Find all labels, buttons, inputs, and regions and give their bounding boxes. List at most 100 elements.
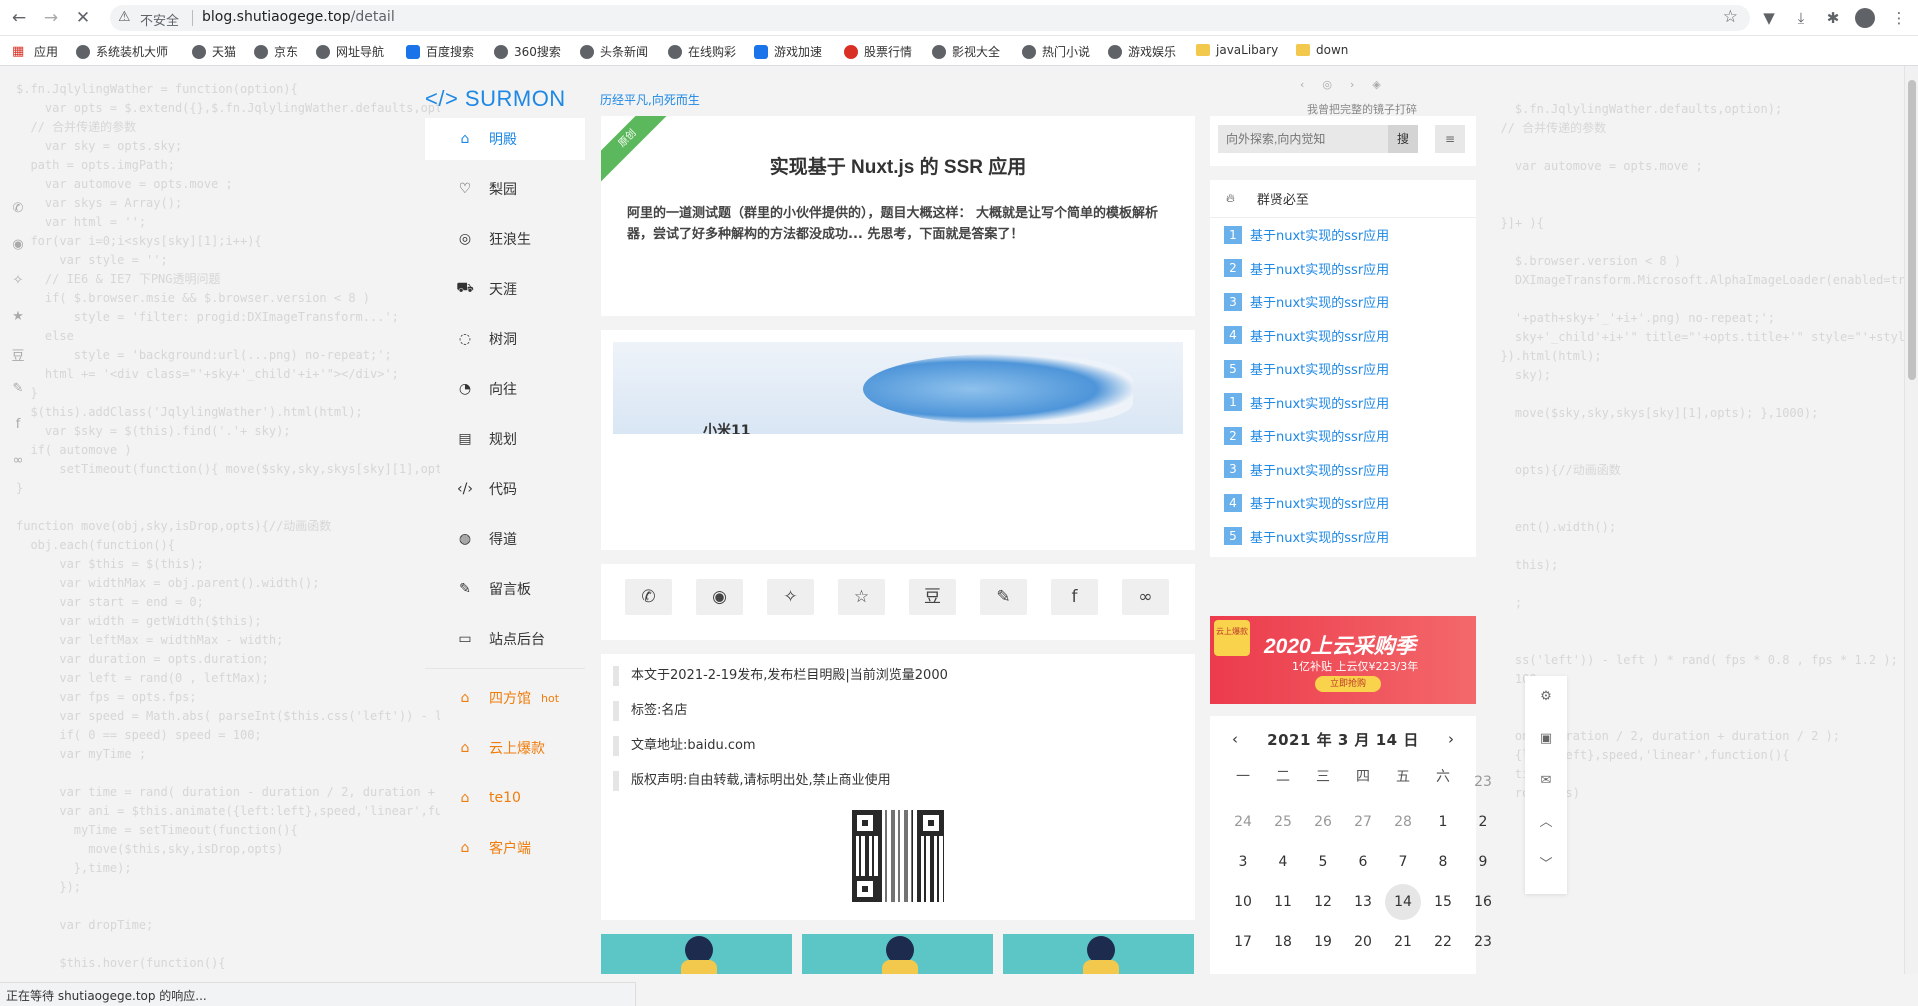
- calendar-day[interactable]: 17: [1223, 922, 1263, 962]
- calendar-day[interactable]: 16: [1463, 882, 1503, 922]
- link-icon[interactable]: ∞: [8, 453, 28, 489]
- prev-icon[interactable]: ‹: [1300, 78, 1304, 91]
- calendar-day[interactable]: 9: [1463, 842, 1503, 882]
- calendar-day-today[interactable]: 14: [1383, 882, 1423, 922]
- calendar-day[interactable]: 19: [1303, 922, 1343, 962]
- share-wechat-button[interactable]: ✆: [625, 579, 672, 615]
- nav-item-tianya[interactable]: ⛟ 天涯: [425, 268, 585, 310]
- share-facebook-button[interactable]: f: [1051, 579, 1098, 615]
- menu-icon[interactable]: ⋮: [1888, 7, 1910, 29]
- evernote-icon[interactable]: ✎: [8, 381, 28, 417]
- bookmark-item[interactable]: 游戏娱乐: [1108, 43, 1176, 60]
- article-url[interactable]: 文章地址:baidu.com: [613, 736, 1183, 756]
- extension-filter-icon[interactable]: ▼: [1758, 7, 1780, 29]
- hot-list-item[interactable]: 2 基于nuxt实现的ssr应用: [1210, 419, 1476, 453]
- ad-cta-button[interactable]: 立即抢购: [1315, 676, 1381, 692]
- calendar-day[interactable]: 2: [1463, 802, 1503, 842]
- share-douban-button[interactable]: 豆: [909, 579, 956, 615]
- douban-icon[interactable]: 豆: [8, 345, 28, 381]
- nav-item-xiangwang[interactable]: ◔ 向往: [425, 368, 585, 410]
- bookmark-item[interactable]: 热门小说: [1022, 43, 1090, 60]
- hot-list-item[interactable]: 5 基于nuxt实现的ssr应用: [1210, 520, 1476, 554]
- hot-list-item[interactable]: 5 基于nuxt实现的ssr应用: [1210, 352, 1476, 386]
- bookmark-item[interactable]: 股票行情: [844, 43, 912, 60]
- nav-item-liuyanban[interactable]: ✎ 留言板: [425, 568, 585, 610]
- bookmark-item[interactable]: 系统装机大师: [76, 43, 168, 60]
- settings-icon[interactable]: ⚙: [1525, 676, 1567, 718]
- ad-banner[interactable]: 云上爆款 2020上云采购季 1亿补贴 上云仅¥223/3年 立即抢购: [1210, 616, 1476, 704]
- banner-image[interactable]: 小米11: [613, 342, 1183, 434]
- search-input[interactable]: [1218, 125, 1388, 153]
- calendar-day[interactable]: 13: [1343, 882, 1383, 922]
- page-scrollbar[interactable]: [1904, 66, 1918, 974]
- calendar-day[interactable]: 4: [1263, 842, 1303, 882]
- hot-list-item[interactable]: 4 基于nuxt实现的ssr应用: [1210, 486, 1476, 520]
- extensions-icon[interactable]: ✱: [1822, 7, 1844, 29]
- filter-icon[interactable]: ≡: [1435, 125, 1465, 153]
- calendar-day[interactable]: 23: [1463, 922, 1503, 962]
- nav-item-daima[interactable]: ‹/› 代码: [425, 468, 585, 510]
- calendar-day[interactable]: 22: [1423, 922, 1463, 962]
- hot-list-item[interactable]: 3 基于nuxt实现的ssr应用: [1210, 453, 1476, 487]
- forward-icon[interactable]: →: [40, 7, 62, 29]
- calendar-day[interactable]: 26: [1303, 802, 1343, 842]
- calendar-day[interactable]: 10: [1223, 882, 1263, 922]
- back-icon[interactable]: ←: [8, 7, 30, 29]
- article-title[interactable]: 实现基于 Nuxt.js 的 SSR 应用: [601, 152, 1195, 179]
- bookmark-item[interactable]: 头条新闻: [580, 43, 648, 60]
- nav-item-kuanglangsheng[interactable]: ◎ 狂浪生: [425, 218, 585, 260]
- scroll-down-icon[interactable]: ﹀: [1525, 844, 1567, 886]
- scrollbar-thumb[interactable]: [1908, 80, 1916, 380]
- nav-item-liyuan[interactable]: ♡ 梨园: [425, 168, 585, 210]
- twitter-icon[interactable]: ✧: [8, 273, 28, 309]
- nav-item-guihua[interactable]: ▤ 规划: [425, 418, 585, 460]
- stop-loading-icon[interactable]: ✕: [72, 7, 94, 29]
- related-thumbnail[interactable]: [1003, 934, 1194, 974]
- nav-item-yunshang-baokuan[interactable]: ⌂ 云上爆款: [425, 727, 585, 769]
- share-weibo-button[interactable]: ◉: [696, 579, 743, 615]
- bookmark-apps[interactable]: ▦ 应用: [12, 43, 58, 60]
- share-link-button[interactable]: ∞: [1122, 579, 1169, 615]
- mail-icon[interactable]: ✉: [1525, 760, 1567, 802]
- share-star-button[interactable]: ☆: [838, 579, 885, 615]
- nav-item-sifangguan[interactable]: ⌂ 四方馆 hot: [425, 677, 585, 719]
- share-evernote-button[interactable]: ✎: [980, 579, 1027, 615]
- hot-list-item[interactable]: 1 基于nuxt实现的ssr应用: [1210, 218, 1476, 252]
- calendar-day[interactable]: 5: [1303, 842, 1343, 882]
- download-icon[interactable]: ⤓: [1790, 7, 1812, 29]
- prev-month-icon[interactable]: ‹: [1232, 730, 1238, 748]
- bookmark-item[interactable]: 影视大全: [932, 43, 1000, 60]
- calendar-day[interactable]: 11: [1263, 882, 1303, 922]
- related-thumbnail[interactable]: [802, 934, 993, 974]
- bookmark-item[interactable]: 在线购彩: [668, 43, 736, 60]
- nav-item-te10[interactable]: ⌂ te10: [425, 777, 585, 819]
- scroll-up-icon[interactable]: ︿: [1525, 802, 1567, 844]
- calendar-day[interactable]: 7: [1383, 842, 1423, 882]
- related-thumbnail[interactable]: [601, 934, 792, 974]
- calendar-day[interactable]: 24: [1223, 802, 1263, 842]
- hot-list-item[interactable]: 4 基于nuxt实现的ssr应用: [1210, 319, 1476, 353]
- bookmark-item[interactable]: 网址导航: [316, 43, 384, 60]
- bookmark-star-icon[interactable]: ☆: [1723, 7, 1738, 27]
- bookmark-item[interactable]: 天猫: [192, 43, 236, 60]
- calendar-day[interactable]: 12: [1303, 882, 1343, 922]
- calendar-day[interactable]: 3: [1223, 842, 1263, 882]
- calendar-day[interactable]: 28: [1383, 802, 1423, 842]
- nav-item-shudong[interactable]: ◌ 树洞: [425, 318, 585, 360]
- calendar-day[interactable]: 27: [1343, 802, 1383, 842]
- bookmark-folder[interactable]: down: [1296, 43, 1348, 57]
- calendar-day[interactable]: 24: [1223, 962, 1263, 974]
- hot-list-item[interactable]: 2 基于nuxt实现的ssr应用: [1210, 252, 1476, 286]
- bookmark-folder[interactable]: javaLibary: [1196, 43, 1278, 57]
- bookmark-item[interactable]: 京东: [254, 43, 298, 60]
- site-logo[interactable]: </> SURMON: [425, 86, 566, 112]
- hot-list-item[interactable]: 1 基于nuxt实现的ssr应用: [1210, 386, 1476, 420]
- calendar-day[interactable]: 21: [1383, 922, 1423, 962]
- address-bar[interactable]: ⚠ 不安全 blog.shutiaogege.top/detail ☆: [110, 5, 1750, 31]
- calendar-day[interactable]: 8: [1423, 842, 1463, 882]
- bookmark-item[interactable]: 百度搜索: [406, 43, 474, 60]
- nav-item-client[interactable]: ⌂ 客户端: [425, 827, 585, 869]
- weibo-icon[interactable]: ◉: [8, 237, 28, 273]
- calendar-day[interactable]: 6: [1343, 842, 1383, 882]
- calendar-day[interactable]: 23: [1463, 762, 1503, 802]
